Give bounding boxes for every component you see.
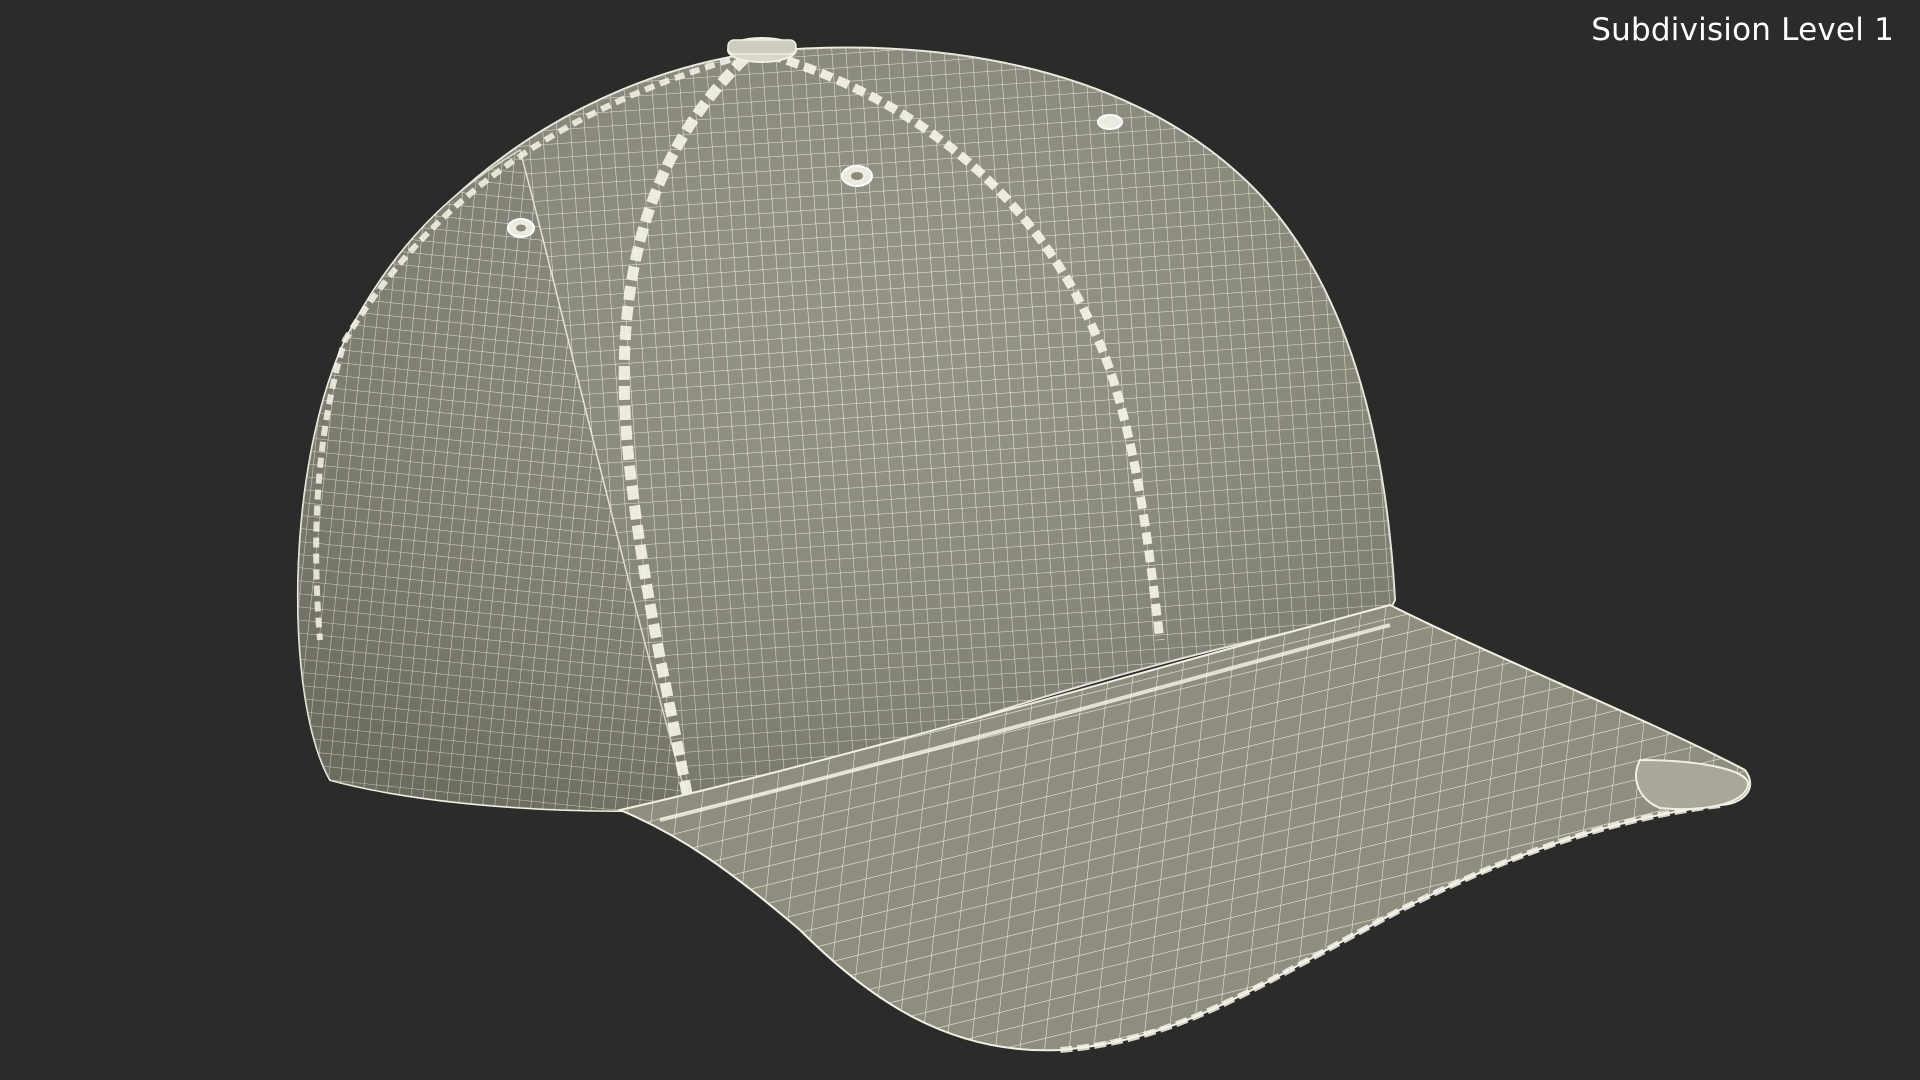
wireframe-cap-render xyxy=(296,37,1752,1053)
eyelet-left-hole xyxy=(516,224,526,232)
subdivision-level-label: Subdivision Level 1 xyxy=(1591,12,1894,48)
cap-top-button-base xyxy=(727,39,797,55)
eyelet-right xyxy=(1097,114,1123,130)
render-viewport: Subdivision Level 1 xyxy=(0,0,1920,1080)
eyelet-front-hole xyxy=(851,172,863,180)
